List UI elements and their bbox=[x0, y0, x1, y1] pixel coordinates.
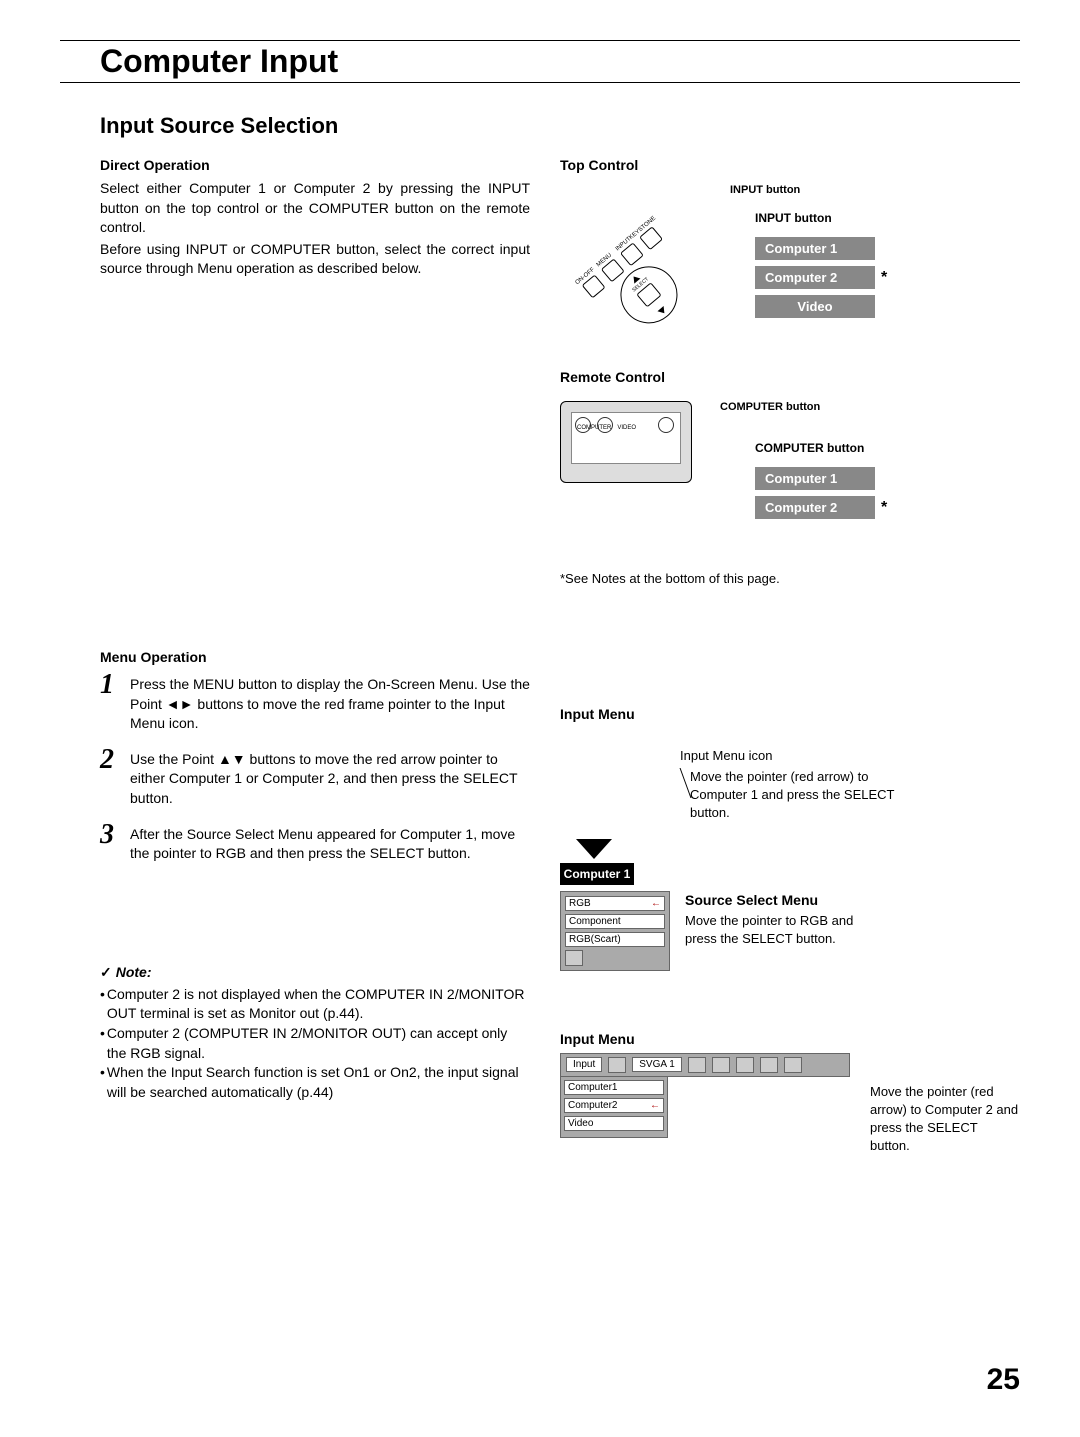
input-menu-icon-label: Input Menu icon bbox=[680, 748, 773, 763]
toolbar-icon bbox=[736, 1057, 754, 1073]
asterisk: * bbox=[881, 269, 887, 287]
step-text: Press the MENU button to display the On-… bbox=[130, 671, 530, 734]
top-control-heading: Top Control bbox=[560, 157, 1020, 173]
source-item: Component bbox=[565, 914, 665, 929]
input-label: Input bbox=[566, 1057, 602, 1072]
toolbar-icon bbox=[712, 1057, 730, 1073]
note-bullet: Computer 2 is not displayed when the COM… bbox=[107, 985, 530, 1024]
asterisk: * bbox=[881, 499, 887, 517]
remote-control-diagram: COMPUTER VIDEO bbox=[560, 401, 692, 483]
computer-button-label: COMPUTER button bbox=[755, 441, 864, 455]
list-item: Computer1 bbox=[564, 1080, 664, 1095]
page-title: Computer Input bbox=[100, 43, 1020, 80]
input-button-label-small: INPUT button bbox=[730, 184, 800, 196]
input-menu-2-caption: Move the pointer (red arrow) to Computer… bbox=[870, 1083, 1020, 1156]
source-select-caption: Move the pointer to RGB and press the SE… bbox=[685, 912, 885, 948]
input-menu-list: Computer1 Computer2← Video bbox=[560, 1077, 668, 1138]
section-title: Input Source Selection bbox=[100, 113, 1020, 139]
toolbar-icon bbox=[688, 1057, 706, 1073]
step-number: 1 bbox=[100, 671, 130, 734]
step-number: 2 bbox=[100, 746, 130, 809]
source-item: RGB← bbox=[565, 896, 665, 911]
option-computer-1: Computer 1 bbox=[755, 467, 875, 490]
step-text: Use the Point ▲▼ buttons to move the red… bbox=[130, 746, 530, 809]
input-menu-2-heading: Input Menu bbox=[560, 1031, 1020, 1047]
menu-operation-heading: Menu Operation bbox=[100, 649, 530, 665]
step-text: After the Source Select Menu appeared fo… bbox=[130, 821, 530, 864]
toolbar-icon bbox=[608, 1057, 626, 1073]
step-number: 3 bbox=[100, 821, 130, 864]
input-menu-toolbar: Input SVGA 1 bbox=[560, 1053, 850, 1077]
direct-operation-heading: Direct Operation bbox=[100, 157, 530, 173]
input-menu-caption: Move the pointer (red arrow) to Computer… bbox=[690, 768, 910, 823]
note-heading: Note: bbox=[100, 964, 530, 981]
back-icon bbox=[565, 950, 583, 966]
list-item: Computer2← bbox=[564, 1098, 664, 1113]
computer-selection-box: Computer 1 bbox=[560, 863, 634, 885]
source-select-panel: RGB← Component RGB(Scart) bbox=[560, 891, 670, 971]
down-arrow-icon bbox=[576, 839, 612, 859]
toolbar-icon bbox=[760, 1057, 778, 1073]
page-number: 25 bbox=[987, 1363, 1020, 1397]
input-button-label: INPUT button bbox=[755, 211, 832, 225]
note-bullet: Computer 2 (COMPUTER IN 2/MONITOR OUT) c… bbox=[107, 1024, 530, 1063]
footnote: *See Notes at the bottom of this page. bbox=[560, 571, 1020, 586]
input-menu-heading: Input Menu bbox=[560, 706, 635, 722]
computer-button-label-small: COMPUTER button bbox=[720, 401, 820, 413]
option-video: Video bbox=[755, 295, 875, 318]
option-computer-2: Computer 2 bbox=[755, 266, 875, 289]
direct-operation-para1: Select either Computer 1 or Computer 2 b… bbox=[100, 179, 530, 238]
source-select-heading: Source Select Menu bbox=[685, 891, 885, 911]
mode-label: SVGA 1 bbox=[632, 1057, 682, 1072]
toolbar-icon bbox=[784, 1057, 802, 1073]
option-computer-2: Computer 2 bbox=[755, 496, 875, 519]
option-computer-1: Computer 1 bbox=[755, 237, 875, 260]
list-item: Video bbox=[564, 1116, 664, 1131]
top-control-diagram: ON-OFF MENU INPUT KEYSTONE SELECT bbox=[560, 189, 730, 329]
source-item: RGB(Scart) bbox=[565, 932, 665, 947]
note-bullet: When the Input Search function is set On… bbox=[107, 1063, 530, 1102]
direct-operation-para2: Before using INPUT or COMPUTER button, s… bbox=[100, 240, 530, 279]
remote-control-heading: Remote Control bbox=[560, 369, 1020, 385]
